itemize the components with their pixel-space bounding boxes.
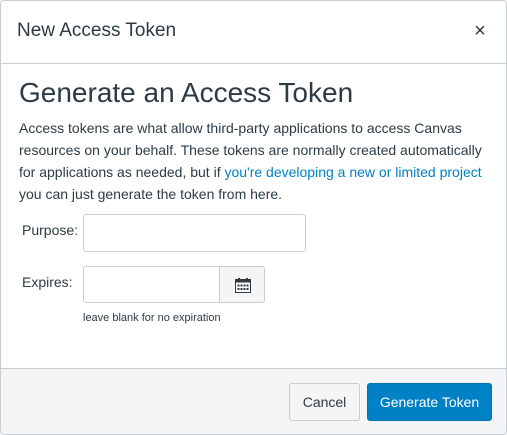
new-access-token-dialog: New Access Token × Generate an Access To… bbox=[0, 0, 507, 435]
close-icon[interactable]: × bbox=[470, 21, 490, 41]
cancel-button[interactable]: Cancel bbox=[289, 383, 360, 421]
dialog-title: New Access Token bbox=[17, 20, 177, 41]
expires-label: Expires: bbox=[22, 274, 73, 290]
dialog-footer: Cancel Generate Token bbox=[1, 368, 506, 434]
expires-hint: leave blank for no expiration bbox=[83, 312, 221, 324]
intro-paragraph: Access tokens are what allow third-party… bbox=[19, 117, 494, 205]
calendar-icon bbox=[235, 278, 251, 293]
purpose-label: Purpose: bbox=[22, 222, 79, 238]
generate-token-button[interactable]: Generate Token bbox=[367, 383, 492, 421]
date-picker-button[interactable] bbox=[219, 266, 265, 303]
dialog-header: New Access Token × bbox=[1, 1, 506, 64]
developer-project-link[interactable]: you're developing a new or limited proje… bbox=[224, 164, 481, 180]
page-title: Generate an Access Token bbox=[19, 77, 354, 108]
expires-input[interactable] bbox=[83, 266, 220, 303]
purpose-input[interactable] bbox=[83, 214, 306, 252]
intro-text-end: you can just generate the token from her… bbox=[19, 186, 283, 202]
